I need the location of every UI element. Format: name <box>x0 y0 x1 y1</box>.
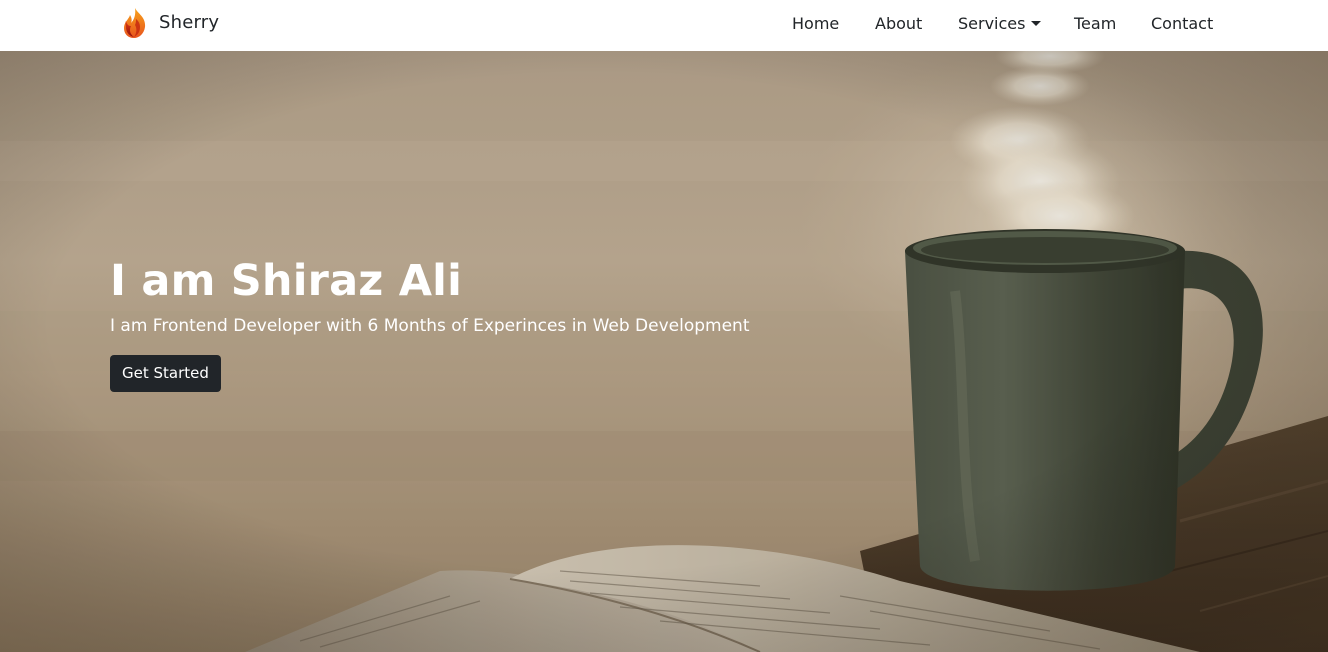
hero-content: I am Shiraz Ali I am Frontend Developer … <box>110 256 750 392</box>
hero-subtitle: I am Frontend Developer with 6 Months of… <box>110 316 750 336</box>
nav-menu: Home About Services Team Contact <box>0 0 1328 51</box>
nav-link-home[interactable]: Home <box>792 14 839 33</box>
caret-down-icon <box>1031 21 1042 26</box>
nav-link-about[interactable]: About <box>875 14 922 33</box>
hero-section: I am Shiraz Ali I am Frontend Developer … <box>0 51 1328 652</box>
nav-link-services-label: Services <box>958 14 1026 33</box>
get-started-button[interactable]: Get Started <box>110 355 221 392</box>
nav-link-services[interactable]: Services <box>958 14 1042 33</box>
nav-link-team[interactable]: Team <box>1074 14 1116 33</box>
nav-link-contact[interactable]: Contact <box>1151 14 1213 33</box>
hero-title: I am Shiraz Ali <box>110 256 463 306</box>
navbar: Sherry Home About Services Team Contact <box>0 0 1328 51</box>
